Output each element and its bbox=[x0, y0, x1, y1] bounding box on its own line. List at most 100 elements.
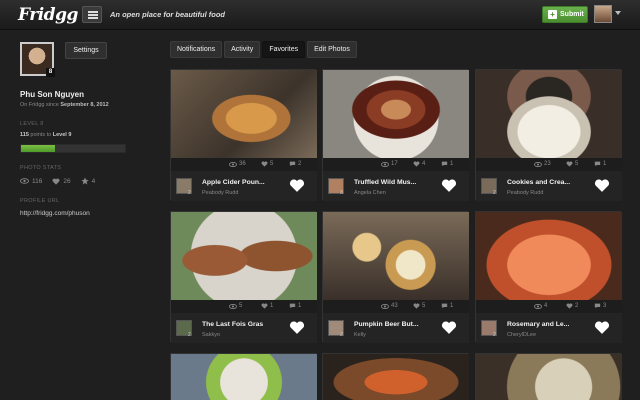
star-icon bbox=[80, 177, 89, 185]
photo-title[interactable]: Apple Cider Poun... bbox=[202, 179, 265, 186]
views-stat: 4 bbox=[534, 303, 547, 309]
level-progress-bar bbox=[20, 144, 126, 153]
likes-count: 2 bbox=[575, 303, 579, 309]
tagline: An open place for beautiful food bbox=[110, 10, 225, 19]
heart-icon[interactable] bbox=[441, 320, 457, 335]
likes-count: 26 bbox=[63, 177, 71, 185]
views-stat: 17 bbox=[381, 161, 398, 167]
comments-count: 1 bbox=[298, 303, 302, 309]
photo-card[interactable] bbox=[170, 353, 317, 400]
profile-name: Phu Son Nguyen bbox=[20, 90, 84, 99]
heart-icon bbox=[566, 161, 573, 167]
photo-card[interactable]: 17 4 1 3 Truffled Wild Mus... Angela Che… bbox=[322, 69, 469, 201]
photo-card[interactable]: 36 5 2 2 Apple Cider Poun... Peabody Rud… bbox=[170, 69, 317, 201]
views-stat: 116 bbox=[20, 177, 42, 185]
food-photo[interactable] bbox=[323, 354, 469, 400]
level-badge: 8 bbox=[46, 68, 55, 77]
eye-icon bbox=[229, 161, 237, 167]
tab-activity[interactable]: Activity bbox=[224, 41, 261, 58]
photo-author[interactable]: Kelly bbox=[354, 332, 366, 338]
submit-button[interactable]: + Submit bbox=[542, 6, 588, 23]
photo-title[interactable]: Pumpkin Beer But... bbox=[354, 321, 419, 328]
photo-title[interactable]: Rosemary and Le... bbox=[507, 321, 569, 328]
food-photo[interactable] bbox=[171, 354, 317, 400]
photo-author[interactable]: Peabody Rudd bbox=[202, 190, 238, 196]
photo-title[interactable]: Truffled Wild Mus... bbox=[354, 179, 416, 186]
eye-icon bbox=[381, 161, 389, 167]
heart-icon[interactable] bbox=[594, 178, 610, 193]
photo-card[interactable] bbox=[322, 353, 469, 400]
likes-count: 4 bbox=[422, 161, 426, 167]
photo-stats: 17 4 1 bbox=[323, 158, 469, 171]
comments-count: 1 bbox=[450, 161, 454, 167]
food-photo[interactable] bbox=[323, 212, 469, 300]
chevron-down-icon[interactable] bbox=[615, 11, 621, 15]
tab-edit-photos[interactable]: Edit Photos bbox=[307, 41, 357, 58]
comments-stat: 1 bbox=[289, 303, 301, 309]
photo-title[interactable]: The Last Fois Gras bbox=[202, 321, 263, 328]
views-count: 116 bbox=[32, 177, 43, 185]
author-photo-count: 3 bbox=[340, 190, 343, 196]
photo-footer: 2 Apple Cider Poun... Peabody Rudd bbox=[171, 171, 317, 201]
photo-stats: 4 2 3 bbox=[476, 300, 622, 313]
photo-card[interactable]: 4 2 3 2 Rosemary and Le... CherylDLee bbox=[475, 211, 622, 343]
tab-favorites[interactable]: Favorites bbox=[262, 41, 306, 58]
heart-icon[interactable] bbox=[289, 320, 305, 335]
eye-icon bbox=[20, 178, 29, 184]
points-text: points to bbox=[30, 132, 52, 138]
comments-stat: 2 bbox=[289, 161, 301, 167]
food-photo[interactable] bbox=[323, 70, 469, 158]
photo-stats: 23 5 1 bbox=[476, 158, 622, 171]
eye-icon bbox=[534, 161, 542, 167]
food-photo[interactable] bbox=[476, 212, 622, 300]
photo-author[interactable]: Peabody Rudd bbox=[507, 190, 543, 196]
food-photo[interactable] bbox=[476, 354, 622, 400]
plus-icon: + bbox=[548, 10, 557, 19]
views-stat: 43 bbox=[381, 303, 398, 309]
photo-author[interactable]: Angela Chen bbox=[354, 190, 386, 196]
likes-stat: 5 bbox=[566, 161, 578, 167]
eye-icon bbox=[229, 303, 237, 309]
photo-title[interactable]: Cookies and Crea... bbox=[507, 179, 570, 186]
comment-icon bbox=[289, 161, 296, 167]
photo-card[interactable]: 43 5 1 2 Pumpkin Beer But... Kelly bbox=[322, 211, 469, 343]
profile-url[interactable]: http://fridgg.com/phuson bbox=[20, 210, 90, 217]
author-photo-count: 2 bbox=[188, 332, 191, 338]
photo-footer: 3 Truffled Wild Mus... Angela Chen bbox=[323, 171, 469, 201]
photo-footer: 2 The Last Fois Gras Sakkyo bbox=[171, 313, 317, 343]
photo-author[interactable]: Sakkyo bbox=[202, 332, 220, 338]
comments-stat: 1 bbox=[441, 161, 453, 167]
views-stat: 36 bbox=[229, 161, 246, 167]
views-count: 36 bbox=[239, 161, 246, 167]
points-value: 115 bbox=[20, 132, 29, 138]
settings-button[interactable]: Settings bbox=[65, 42, 107, 59]
food-photo[interactable] bbox=[476, 70, 622, 158]
heart-icon bbox=[566, 303, 573, 309]
food-photo[interactable] bbox=[171, 212, 317, 300]
comment-icon bbox=[441, 161, 448, 167]
author-photo-count: 2 bbox=[493, 190, 496, 196]
fridgg-logo[interactable]: Fridgg bbox=[18, 5, 78, 25]
heart-icon[interactable] bbox=[441, 178, 457, 193]
comment-icon bbox=[594, 161, 601, 167]
likes-stat: 4 bbox=[413, 161, 425, 167]
photo-card[interactable] bbox=[475, 353, 622, 400]
photo-author[interactable]: CherylDLee bbox=[507, 332, 536, 338]
heart-icon[interactable] bbox=[289, 178, 305, 193]
views-count: 5 bbox=[239, 303, 243, 309]
photo-card[interactable]: 5 1 1 2 The Last Fois Gras Sakkyo bbox=[170, 211, 317, 343]
photo-card[interactable]: 23 5 1 2 Cookies and Crea... Peabody Rud… bbox=[475, 69, 622, 201]
likes-count: 5 bbox=[575, 161, 579, 167]
author-photo-count: 2 bbox=[493, 332, 496, 338]
menu-icon-bar bbox=[88, 11, 98, 13]
member-since-prefix: On Fridgg since bbox=[20, 102, 59, 108]
level-label: LEVEL 8 bbox=[20, 121, 44, 127]
member-since-date: September 8, 2012 bbox=[60, 102, 109, 108]
likes-stat: 5 bbox=[413, 303, 425, 309]
comments-count: 1 bbox=[603, 161, 607, 167]
heart-icon[interactable] bbox=[594, 320, 610, 335]
user-avatar[interactable] bbox=[594, 5, 612, 23]
food-photo[interactable] bbox=[171, 70, 317, 158]
tab-notifications[interactable]: Notifications bbox=[170, 41, 223, 58]
menu-button[interactable] bbox=[82, 6, 102, 23]
